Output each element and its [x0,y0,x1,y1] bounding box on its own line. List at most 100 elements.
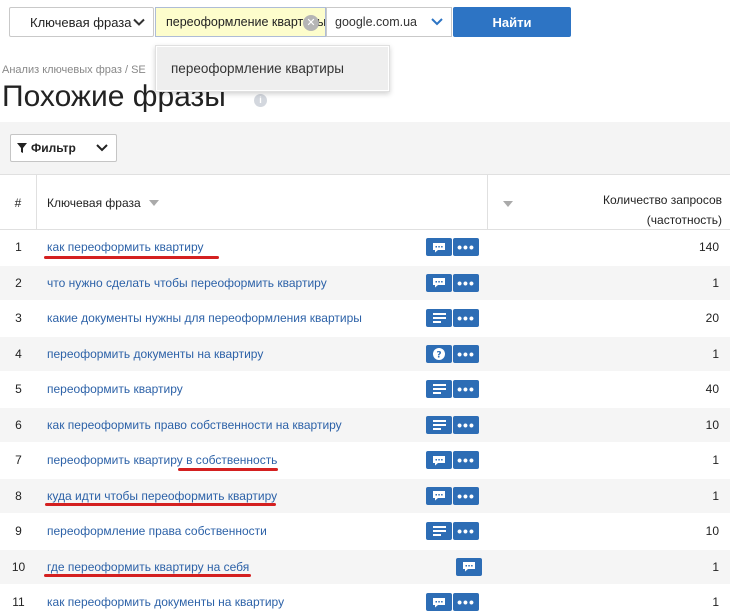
phrase-link[interactable]: как переоформить право собственности на … [47,418,342,432]
query-count: 10 [705,524,719,539]
query-count: 20 [705,311,719,326]
more-dots-icon[interactable]: ••• [453,486,479,505]
phrase-cell: где переоформить квартиру на себя [37,550,488,585]
search-query: переоформление квартиры [166,15,326,29]
chevron-down-icon [133,15,145,30]
more-dots-icon[interactable]: ••• [453,593,479,612]
funnel-icon [17,143,27,153]
row-actions: ••• [426,593,479,612]
info-icon[interactable]: i [254,94,267,107]
sort-down-icon[interactable] [148,199,159,206]
more-dots-icon[interactable]: ••• [453,451,479,470]
suggestion-item[interactable]: переоформление квартиры [157,47,388,90]
phrase-cell: какие документы нужны для переоформления… [37,301,488,336]
comment-icon[interactable] [456,557,482,576]
column-sort-toggle[interactable] [488,175,528,230]
row-actions: ••• [426,238,479,257]
more-dots-icon[interactable]: ••• [453,380,479,399]
query-count: 1 [712,453,719,468]
list-icon[interactable] [426,415,452,434]
query-count: 140 [698,240,719,255]
more-dots-icon[interactable]: ••• [453,522,479,541]
more-dots-icon[interactable]: ••• [453,238,479,257]
comment-icon[interactable] [426,238,452,257]
column-header-phrase-label: Ключевая фраза [47,195,141,210]
list-icon[interactable] [426,522,452,541]
row-number: 6 [15,417,22,432]
row-number: 9 [15,524,22,539]
table-row: 3 какие документы нужны для переоформлен… [0,301,730,337]
phrase-link[interactable]: переоформить квартиру в собственность [47,453,277,467]
table-row: 9 переоформление права собственности •••… [0,514,730,550]
table-row: 1 как переоформить квартиру ••• 140 [0,230,730,266]
search-mode-select[interactable]: Ключевая фраза [9,7,154,37]
phrase-link[interactable]: какие документы нужны для переоформления… [47,311,362,325]
row-actions: ••• [426,415,479,434]
query-count: 1 [712,488,719,503]
phrase-link[interactable]: переоформление права собственности [47,524,267,538]
phrase-link[interactable]: как переоформить квартиру [47,240,204,254]
row-number: 2 [15,275,22,290]
search-input[interactable]: переоформление квартиры ✕ [155,7,326,37]
row-number: 8 [15,488,22,503]
search-button[interactable]: Найти [453,7,571,37]
svg-text:?: ? [436,350,441,360]
row-actions: ••• [426,309,479,328]
more-dots-icon[interactable]: ••• [453,344,479,363]
red-underline [178,468,278,471]
query-count: 1 [712,595,719,610]
comment-icon[interactable] [426,486,452,505]
more-dots-icon[interactable]: ••• [453,309,479,328]
row-actions: ? ••• [426,344,479,363]
query-count: 10 [705,417,719,432]
phrase-cell: как переоформить квартиру [37,230,488,265]
row-number: 4 [15,346,22,361]
list-icon[interactable] [426,380,452,399]
domain-select[interactable]: google.com.ua [326,7,452,37]
comment-icon[interactable] [426,451,452,470]
row-actions: ••• [426,486,479,505]
row-actions: ••• [426,451,479,470]
sort-down-icon[interactable] [503,196,513,210]
clear-icon[interactable]: ✕ [303,15,319,31]
row-number: 3 [15,311,22,326]
autocomplete-dropdown: переоформление квартиры [155,45,390,92]
phrase-link[interactable]: куда идти чтобы переоформить квартиру [47,489,277,503]
red-underline [44,256,219,259]
column-header-count[interactable]: Количество запросов (частотность) [528,175,722,230]
phrase-link[interactable]: что нужно сделать чтобы переоформить ква… [47,276,327,290]
red-underline [44,574,251,577]
more-dots-icon[interactable]: ••• [453,273,479,292]
phrase-cell: переоформить квартиру в собственность [37,443,488,478]
row-actions: ••• [426,380,479,399]
breadcrumb[interactable]: Анализ ключевых фраз / SE [2,64,146,76]
question-icon[interactable]: ? [426,344,452,363]
column-header-phrase[interactable]: Ключевая фраза [37,175,488,230]
column-header-num: # [0,175,37,230]
phrase-link[interactable]: как переоформить документы на квартиру [47,595,284,609]
phrase-cell: куда идти чтобы переоформить квартиру [37,479,488,514]
list-icon[interactable] [426,309,452,328]
comment-icon[interactable] [426,273,452,292]
table-row: 8 куда идти чтобы переоформить квартиру … [0,478,730,514]
phrase-cell: переоформить квартиру [37,372,488,407]
chevron-down-icon [96,141,108,155]
row-number: 7 [15,453,22,468]
filter-button[interactable]: Фильтр [10,134,117,162]
phrase-cell: что нужно сделать чтобы переоформить ква… [37,266,488,301]
row-actions [456,557,482,576]
phrase-link[interactable]: где переоформить квартиру на себя [47,560,249,574]
phrase-link[interactable]: переоформить квартиру [47,382,183,396]
table-row: 6 как переоформить право собственности н… [0,407,730,443]
table-row: 4 переоформить документы на квартиру ? •… [0,336,730,372]
row-actions: ••• [426,273,479,292]
table-row: 5 переоформить квартиру ••• 40 [0,372,730,408]
query-count: 1 [712,275,719,290]
comment-icon[interactable] [426,593,452,612]
phrase-cell: как переоформить документы на квартиру [37,585,488,616]
row-number: 1 [15,240,22,255]
phrase-link[interactable]: переоформить документы на квартиру [47,347,263,361]
table-header: # Ключевая фраза Количество запросов (ча… [0,175,730,230]
more-dots-icon[interactable]: ••• [453,415,479,434]
query-count: 1 [712,346,719,361]
